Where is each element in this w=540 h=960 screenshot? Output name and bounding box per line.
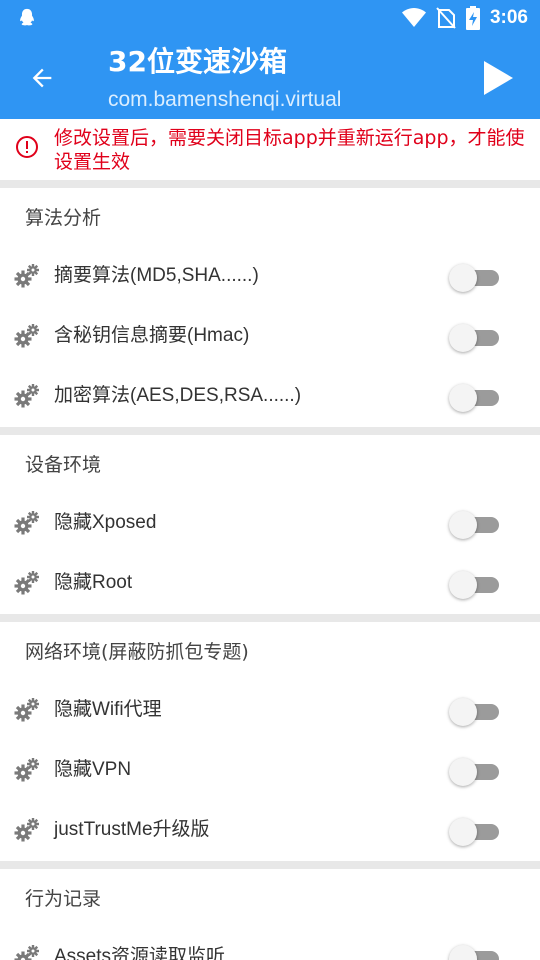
warning-banner: 修改设置后，需要关闭目标app并重新运行app，才能使设置生效 xyxy=(0,119,540,180)
section-title: 设备环境 xyxy=(25,454,102,476)
section-title: 算法分析 xyxy=(25,207,102,229)
qq-icon xyxy=(20,8,34,26)
status-bar: 3:06 xyxy=(0,0,540,36)
section-algorithm-analysis: 算法分析 摘要算法(MD5,SHA......) 含秘钥信息摘要(Hmac) 加… xyxy=(0,188,540,427)
app-bar: 3:06 32位变速沙箱 com.bamenshenqi.virtual xyxy=(0,0,540,119)
toggle-switch[interactable] xyxy=(449,817,501,847)
section-title: 网络环境(屏蔽防抓包专题) xyxy=(25,641,249,663)
setting-label: 隐藏Wifi代理 xyxy=(54,699,162,720)
error-circle-icon xyxy=(16,136,38,158)
page-title: 32位变速沙箱 xyxy=(108,45,287,78)
setting-label: justTrustMe升级版 xyxy=(54,819,210,840)
play-button[interactable] xyxy=(482,60,514,96)
section-device-environment: 设备环境 隐藏Xposed 隐藏Root xyxy=(0,435,540,614)
setting-row[interactable]: 隐藏Root xyxy=(0,554,540,614)
setting-label: 隐藏VPN xyxy=(54,759,132,780)
setting-row[interactable]: justTrustMe升级版 xyxy=(0,801,540,861)
gear-icon xyxy=(14,758,39,782)
toggle-switch[interactable] xyxy=(449,263,501,293)
setting-row[interactable]: 隐藏VPN xyxy=(0,741,540,801)
setting-row[interactable]: 加密算法(AES,DES,RSA......) xyxy=(0,367,540,427)
setting-row[interactable]: 隐藏Wifi代理 xyxy=(0,681,540,741)
toggle-switch[interactable] xyxy=(449,570,501,600)
section-behavior-record: 行为记录 Assets资源读取监听 xyxy=(0,869,540,960)
setting-label: Assets资源读取监听 xyxy=(54,946,226,960)
gear-icon xyxy=(14,324,39,348)
no-sim-icon xyxy=(436,7,456,29)
setting-row[interactable]: 含秘钥信息摘要(Hmac) xyxy=(0,307,540,367)
gear-icon xyxy=(14,511,39,535)
setting-label: 含秘钥信息摘要(Hmac) xyxy=(54,325,250,346)
gear-icon xyxy=(14,698,39,722)
wifi-icon xyxy=(401,8,426,27)
toggle-switch[interactable] xyxy=(449,944,501,960)
toggle-switch[interactable] xyxy=(449,697,501,727)
back-button[interactable] xyxy=(24,60,60,96)
setting-row[interactable]: 隐藏Xposed xyxy=(0,494,540,554)
toggle-switch[interactable] xyxy=(449,510,501,540)
status-time: 3:06 xyxy=(489,7,528,28)
status-icons: 3:06 xyxy=(401,0,528,36)
gear-icon xyxy=(14,264,39,288)
warning-text: 修改设置后，需要关闭目标app并重新运行app，才能使设置生效 xyxy=(54,127,525,173)
battery-charging-icon xyxy=(465,6,480,30)
toggle-switch[interactable] xyxy=(449,323,501,353)
toggle-switch[interactable] xyxy=(449,383,501,413)
setting-row[interactable]: Assets资源读取监听 xyxy=(0,928,540,960)
section-network-environment: 网络环境(屏蔽防抓包专题) 隐藏Wifi代理 隐藏VPN justTrustMe… xyxy=(0,622,540,861)
gear-icon xyxy=(14,818,39,842)
arrow-left-icon xyxy=(32,68,52,88)
setting-row[interactable]: 摘要算法(MD5,SHA......) xyxy=(0,247,540,307)
section-title: 行为记录 xyxy=(25,888,102,910)
gear-icon xyxy=(14,384,39,408)
setting-label: 摘要算法(MD5,SHA......) xyxy=(54,265,259,286)
package-name: com.bamenshenqi.virtual xyxy=(108,88,342,111)
setting-label: 加密算法(AES,DES,RSA......) xyxy=(54,385,302,406)
gear-icon xyxy=(14,571,39,595)
title-block: 32位变速沙箱 com.bamenshenqi.virtual xyxy=(108,44,341,115)
gear-icon xyxy=(14,945,39,960)
toggle-switch[interactable] xyxy=(449,757,501,787)
setting-label: 隐藏Root xyxy=(54,572,133,593)
setting-label: 隐藏Xposed xyxy=(54,512,157,533)
